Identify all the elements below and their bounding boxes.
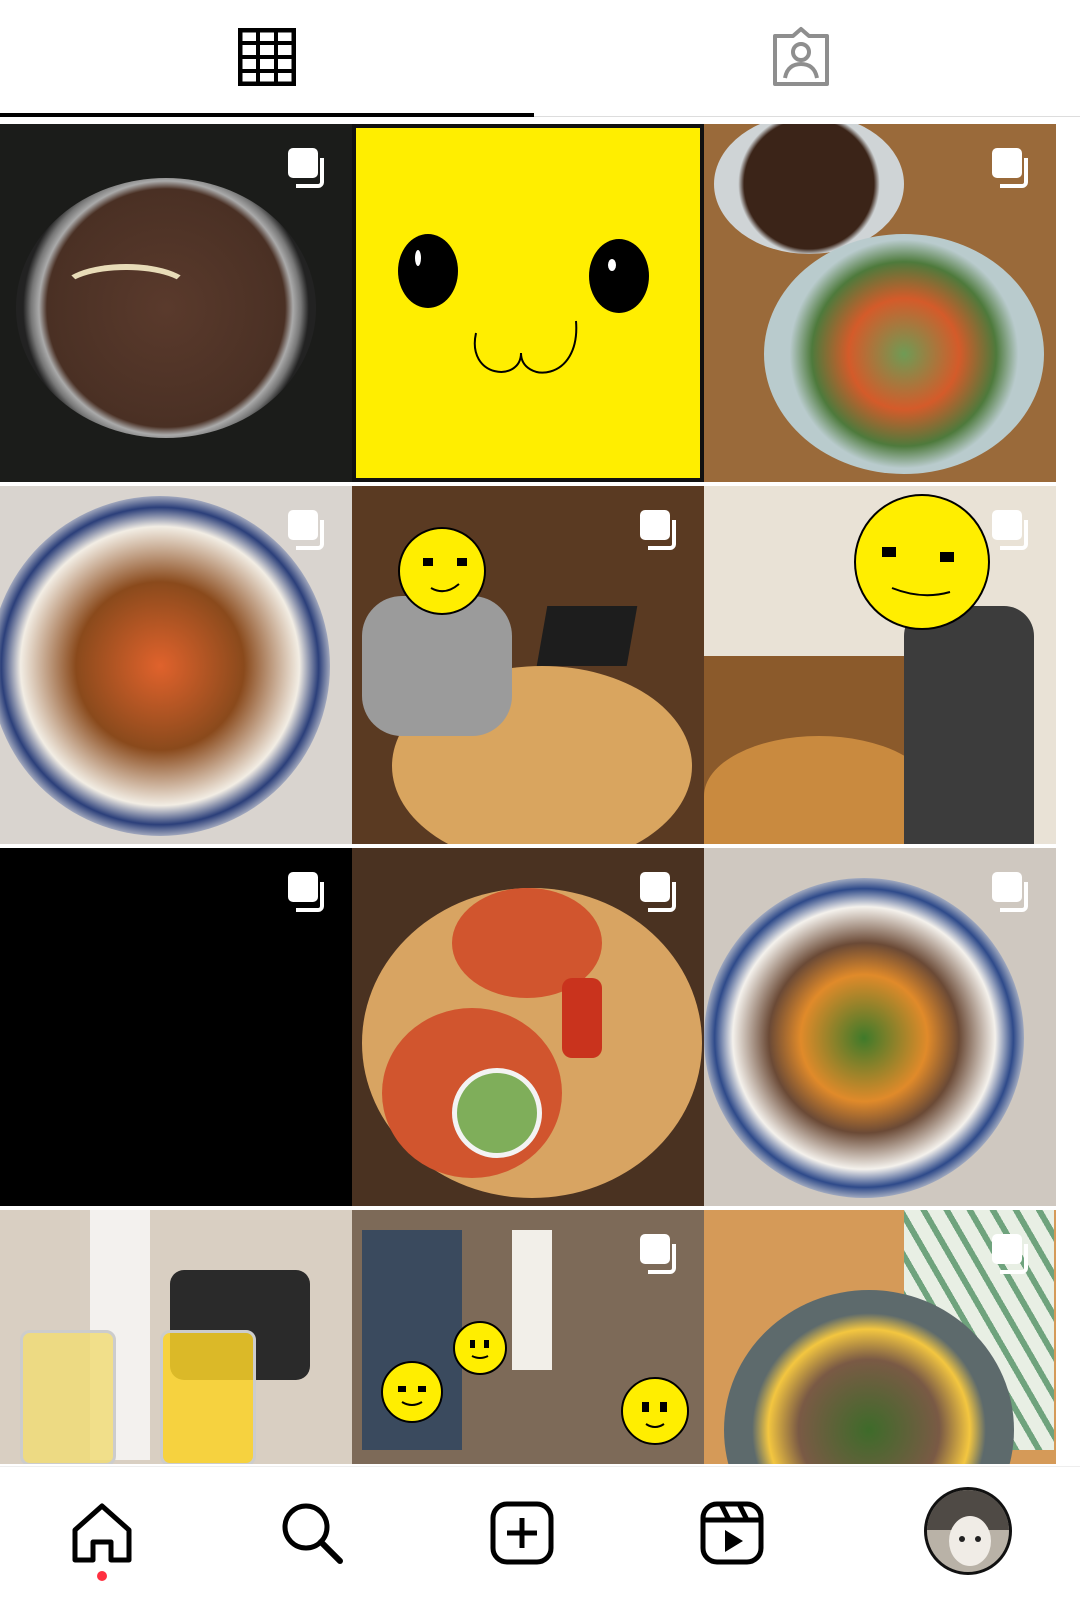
smiley-face-sticker: [854, 494, 990, 630]
bottom-navigation: [0, 1466, 1080, 1617]
meat-plate: [714, 124, 904, 254]
post-tile[interactable]: [0, 1210, 352, 1464]
tab-divider: [534, 116, 1080, 117]
post-tile[interactable]: [704, 486, 1056, 844]
notification-dot: [97, 1571, 107, 1581]
cute-face-drawing: [398, 234, 649, 374]
post-tile[interactable]: [0, 486, 352, 844]
profile-tab-bar: [0, 0, 1080, 120]
laptop: [536, 606, 638, 666]
multi-photo-icon: [992, 148, 1028, 188]
person-dark-shirt: [904, 606, 1034, 844]
multi-photo-icon: [992, 510, 1028, 550]
smiley-face-sticker: [381, 1361, 443, 1423]
lemon-jar: [160, 1330, 256, 1464]
avatar-dog: [949, 1516, 991, 1566]
grid-icon: [237, 27, 297, 91]
tab-grid-posts[interactable]: [0, 0, 534, 118]
post-tile[interactable]: [704, 1210, 1056, 1464]
nav-reels-button[interactable]: [692, 1493, 772, 1573]
avatar-dog-eye: [959, 1536, 965, 1542]
post-tile[interactable]: [704, 124, 1056, 482]
multi-photo-icon: [640, 1234, 676, 1274]
curry-bowl: [0, 496, 330, 836]
multi-photo-icon: [288, 148, 324, 188]
post-tile[interactable]: [704, 848, 1056, 1206]
nav-create-button[interactable]: [482, 1493, 562, 1573]
post-tile[interactable]: [0, 124, 352, 482]
post-tile[interactable]: [352, 1210, 704, 1464]
multi-photo-icon: [640, 510, 676, 550]
multi-photo-icon: [640, 872, 676, 912]
search-icon: [282, 1503, 343, 1564]
multi-photo-icon: [288, 510, 324, 550]
multi-photo-icon: [288, 872, 324, 912]
post-tile[interactable]: [352, 486, 704, 844]
nav-search-button[interactable]: [272, 1493, 352, 1573]
veggie-plate: [764, 234, 1044, 474]
smiley-face-sticker: [398, 527, 486, 615]
avatar-dog-eye: [975, 1536, 981, 1542]
person-gray-sweater: [362, 596, 512, 736]
pork-broccoli-bowl: [704, 878, 1024, 1198]
active-tab-indicator: [0, 113, 534, 117]
nav-profile-avatar[interactable]: [924, 1487, 1012, 1575]
sriracha-bottle: [562, 978, 602, 1058]
post-tile[interactable]: [352, 848, 704, 1206]
home-icon: [72, 1503, 132, 1563]
nav-home-button[interactable]: [62, 1493, 142, 1573]
doorway: [512, 1230, 552, 1370]
salad-bowl: [452, 1068, 542, 1158]
lemon-jar: [20, 1330, 116, 1464]
multi-photo-icon: [992, 1234, 1028, 1274]
post-tile[interactable]: [352, 124, 704, 482]
reels-icon: [700, 1501, 764, 1565]
tab-tagged-posts[interactable]: [534, 0, 1068, 118]
post-tile[interactable]: [0, 848, 352, 1206]
tagged-person-icon: [769, 26, 833, 93]
create-post-icon: [490, 1501, 554, 1565]
multi-photo-icon: [992, 872, 1028, 912]
smiley-face-sticker: [453, 1321, 507, 1375]
smiley-face-sticker: [621, 1377, 689, 1445]
post-grid: [0, 124, 1080, 1464]
onion-slices: [60, 264, 192, 316]
table-with-bottles: [704, 736, 934, 844]
